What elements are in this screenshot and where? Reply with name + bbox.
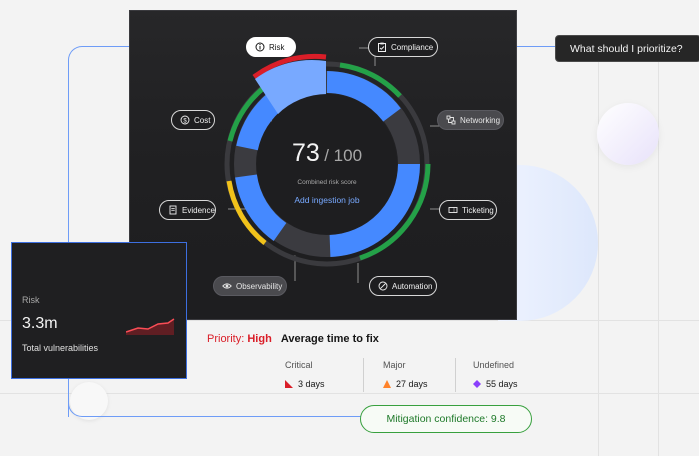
fix-time-undefined-value: 55 days [486,379,518,389]
node-automation[interactable]: Automation [369,276,437,296]
prompt-tooltip-text: What should I prioritize? [570,42,683,55]
eye-icon [222,283,232,289]
score-label: Combined risk score [297,179,357,186]
fix-time-critical-value: 3 days [298,379,325,389]
fix-time-major-name: Major [383,360,406,370]
node-automation-label: Automation [392,281,433,291]
decorative-bubble [597,103,659,165]
add-ingestion-job-link[interactable]: Add ingestion job [270,195,384,205]
fix-divider [363,358,364,392]
node-observability-label: Observability [236,281,283,291]
clipboard-icon [378,42,386,52]
critical-triangle-icon [285,380,293,388]
priority-label: Priority: [207,333,245,345]
connector-line [517,46,555,47]
node-ticketing[interactable]: Ticketing [439,200,497,220]
priority-level: High [247,333,272,345]
node-observability[interactable]: Observability [213,276,287,296]
priority-row: Priority: High Average time to fix [207,333,379,345]
risk-card-caption: Total vulnerabilities [22,343,99,353]
risk-card-value: 3.3m [22,315,58,332]
fix-time-critical-name: Critical [285,360,313,370]
risk-trend-sparkline [126,318,175,335]
node-risk[interactable]: Risk [246,37,296,57]
fix-time-undefined-name: Undefined [473,360,515,370]
node-ticketing-label: Ticketing [462,205,494,215]
fix-time-major-value: 27 days [396,379,428,389]
node-risk-label: Risk [269,42,285,52]
fix-time-undefined: Undefined 55 days [473,360,553,389]
node-networking[interactable]: Networking [437,110,504,130]
dollar-icon: $ [180,115,190,125]
node-networking-label: Networking [460,115,501,125]
score-block: 73 / 100 [270,139,384,168]
node-cost[interactable]: $ Cost [171,110,215,130]
network-icon [446,115,456,125]
mitigation-confidence-text: Mitigation confidence: 9.8 [386,413,506,425]
major-triangle-icon [383,380,391,388]
mitigation-confidence-pill[interactable]: Mitigation confidence: 9.8 [360,405,532,433]
node-cost-label: Cost [194,115,211,125]
ticket-icon [448,207,458,213]
automation-icon [378,281,388,291]
grid-line [658,60,659,456]
node-compliance[interactable]: Compliance [368,37,438,57]
node-evidence[interactable]: Evidence [159,200,216,220]
fix-time-major: Major 27 days [383,360,463,389]
score-value: 73 [291,139,320,167]
grid-line [598,60,599,456]
risk-card-title: Risk [22,295,40,305]
fix-divider [455,358,456,392]
prompt-tooltip[interactable]: What should I prioritize? [555,35,699,62]
risk-summary-card[interactable]: Risk 3.3m Total vulnerabilities [11,242,187,379]
risk-overview-panel: 73 / 100 Combined risk score Add ingesti… [129,10,518,321]
score-total: / 100 [324,146,363,165]
node-evidence-label: Evidence [182,205,215,215]
fix-time-critical: Critical 3 days [285,360,375,389]
info-icon [255,42,265,52]
undefined-diamond-icon [473,380,481,388]
node-compliance-label: Compliance [391,42,434,52]
document-icon [169,205,177,215]
priority-heading: Average time to fix [280,333,379,345]
